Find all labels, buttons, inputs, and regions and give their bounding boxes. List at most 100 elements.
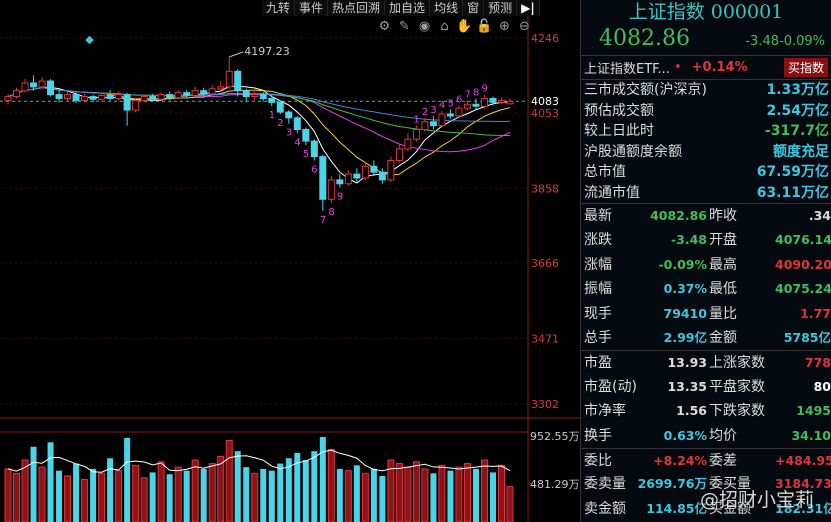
price-tick: 3666 [531,257,559,270]
volume-bar [370,468,377,522]
buy-index-button[interactable]: 买指数 [783,58,828,77]
volume-bar [217,455,225,522]
volume-bar [191,459,199,522]
info-value: 67.59万亿 [756,164,829,180]
candle-body [429,121,437,127]
volume-bar [361,472,369,522]
toolbar-events[interactable]: 事件 [295,0,329,16]
volume-bar [234,451,241,522]
volume-bar [353,465,360,522]
stat-value: 2699.76万 [637,476,707,492]
candle-body [361,165,369,179]
toolbar-window[interactable]: 窗 [463,0,485,16]
nine-turn-label: 6 [456,94,462,105]
chart-toolbar: 九转 事件 热点回溯 加自选 均线 窗 预测 ▶| [262,0,540,16]
market-info: 三市成交额(沪深京) 1.33万亿 预估成交额 2.54万亿 较上日此时 -317.7亿沪… [581,80,831,203]
candle-body [132,99,140,111]
candle-body [336,179,344,185]
candle-body [55,94,63,99]
volume-bar [174,466,182,522]
toolbar-forecast[interactable]: 预测 [484,0,518,16]
volume-bar [107,458,114,522]
candle-body [166,94,174,99]
etf-row[interactable]: 上证指数ETF... • +0.14% 买指数 [581,56,831,80]
etf-name[interactable]: 上证指数ETF... [584,58,670,77]
toolbar-hotspot-review[interactable]: 热点回溯 [328,0,386,16]
nine-turn-label: 1 [269,110,275,121]
stat-label: 总手 [584,329,612,346]
info-value: -317.7亿 [764,123,829,139]
volume-bar [344,470,352,522]
nine-turn-label: 9 [481,84,487,95]
candle-body [13,90,21,98]
volume-bar [98,472,106,522]
volume-bar [489,472,496,522]
volume-bar [81,479,89,522]
settings-icon[interactable]: ⚙ [376,19,393,34]
quote-panel: 上证指数 000001 4082.86 -3.48 -0.09% 上证指数ETF… [580,0,831,522]
stat-value: 4075.24 [775,281,831,297]
toolbar-add-watchlist[interactable]: 加自选 [385,0,431,16]
stats-grid: 最新 4082.86 昨收 .34 涨跌 -3.48 开盘 4076.14 涨幅 -0.09% 最高… [581,203,831,521]
candle-body [72,94,80,101]
stat-label: 涨跌 [584,232,612,249]
volume-bar [166,474,173,522]
nine-turn-label: 7 [464,89,470,100]
candle-body [242,90,250,98]
volume-bar [90,468,97,522]
volume-bar [447,470,454,522]
draw-pen-icon[interactable]: ✎ [396,19,413,34]
candle-body [200,90,208,95]
volume-bar [64,475,72,522]
toolbar-ma[interactable]: 均线 [430,0,464,16]
volume-bar [140,477,148,522]
candle-body [455,107,463,117]
toolbar-nine-turn[interactable]: 九转 [262,0,296,16]
volume-bar [277,463,284,522]
candle-body [353,173,361,179]
volume-bar [208,463,216,522]
nine-turn-label: 4 [294,137,300,148]
volume-bar [379,475,386,522]
info-label: 流通市值 [584,184,640,201]
candle-body [98,94,106,100]
stat-value: -0.09% [658,256,707,272]
volume-bar [124,437,131,522]
volume-bar [480,459,488,522]
stat-value: .34 [808,208,831,223]
candle-body [378,171,386,181]
candle-body [463,103,471,109]
candle-body [183,92,191,96]
candle-body [106,94,114,99]
kline-chart[interactable]: 42464083405338583666347133024197.2312345… [0,0,580,522]
volume-bar [497,464,505,522]
info-label: 沪股通额度余额 [584,143,682,160]
nine-turn-label: 8 [473,87,479,98]
stat-row: 市盈 13.93 上涨家数 778 [581,350,831,374]
candle-body [302,129,310,142]
volume-bar [268,470,275,522]
volume-bar [56,470,63,522]
volume-bar [404,466,412,522]
candle-body [370,165,378,173]
toolbox-icon[interactable]: ⌂ [436,19,453,34]
volume-bar [463,463,471,522]
info-value: 2.54万亿 [766,102,829,119]
stat-value: 778 [804,355,831,371]
unlock-icon[interactable]: 🔓 [476,19,493,34]
candle-body [268,97,276,103]
zoom-out-icon[interactable]: ⊖ [516,19,533,34]
collapse-panel-icon[interactable]: ▶| [517,0,540,16]
hand-drag-icon[interactable]: ✋ [456,19,473,34]
candle-body [387,160,395,181]
eye-icon[interactable]: ◉ [416,19,433,34]
volume-bar [302,460,309,522]
etf-dot: • [673,60,682,75]
stat-row: 涨跌 -3.48 开盘 4076.14 [581,228,831,252]
stat-row: 市盈(动) 13.35 平盘家数 80 [581,375,831,399]
stat-label: 市盈 [584,355,612,372]
candle-body [174,92,182,99]
volume-bar [395,463,403,522]
volume-bar [336,468,343,522]
zoom-in-icon[interactable]: ⊕ [496,19,513,34]
